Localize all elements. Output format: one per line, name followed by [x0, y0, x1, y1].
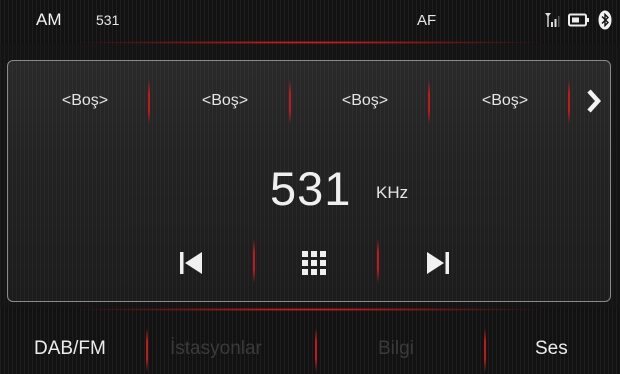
bottom-tab-bar: DAB/FM İstasyonlar Bilgi Ses: [0, 308, 620, 374]
next-button[interactable]: [418, 243, 458, 283]
control-divider: [253, 239, 255, 283]
band-label: AM: [36, 10, 62, 29]
status-icons: [544, 10, 612, 35]
preset-divider: [568, 80, 570, 124]
tab-divider: [146, 328, 148, 372]
frequency-display: 531: [270, 162, 352, 215]
status-frequency: 531: [96, 12, 120, 28]
station-list-button[interactable]: [294, 243, 334, 283]
frequency-unit: KHz: [376, 183, 409, 202]
preset-divider: [289, 80, 291, 124]
preset-button-2[interactable]: <Boş>: [165, 89, 285, 113]
tab-info[interactable]: Bilgi: [378, 338, 414, 360]
next-presets-chevron-icon[interactable]: [584, 87, 604, 115]
tab-dab-fm[interactable]: DAB/FM: [34, 338, 106, 360]
tuner-panel: <Boş> <Boş> <Boş> <Boş> 531 KHz: [7, 60, 611, 302]
tab-divider: [315, 328, 317, 372]
bluetooth-icon: [598, 10, 612, 35]
preset-button-3[interactable]: <Boş>: [305, 89, 425, 113]
af-indicator: AF: [417, 12, 437, 29]
battery-icon: [568, 13, 590, 32]
tab-sound[interactable]: Ses: [535, 338, 568, 360]
preset-divider: [148, 80, 150, 124]
bottom-bar-glow: [80, 308, 540, 311]
preset-divider: [428, 80, 430, 124]
status-bar-glow: [80, 41, 540, 44]
signal-icon: [544, 12, 560, 33]
status-bar: AM 531 AF: [0, 0, 620, 44]
preset-button-4[interactable]: <Boş>: [445, 89, 565, 113]
previous-icon: [180, 252, 202, 274]
next-track-icon: [427, 252, 449, 274]
tab-divider: [484, 328, 486, 372]
grid-menu-icon: [302, 251, 326, 275]
previous-button[interactable]: [171, 243, 211, 283]
preset-button-1[interactable]: <Boş>: [25, 89, 145, 113]
tab-stations[interactable]: İstasyonlar: [170, 338, 262, 360]
control-divider: [377, 239, 379, 283]
